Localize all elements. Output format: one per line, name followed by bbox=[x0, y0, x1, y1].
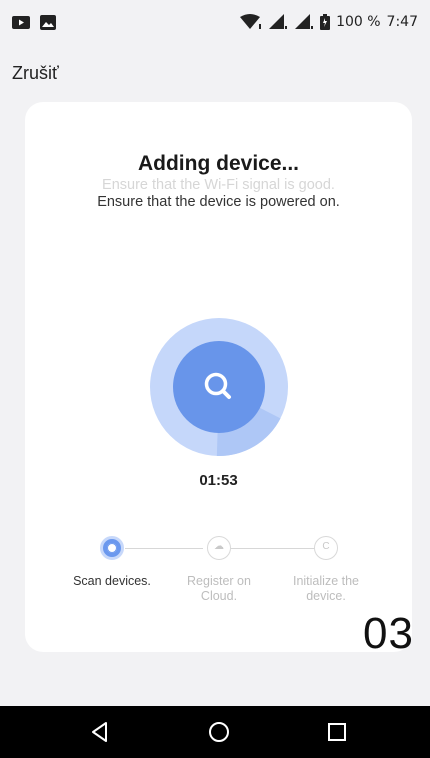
video-icon bbox=[12, 15, 30, 29]
step-scan-label: Scan devices. bbox=[73, 574, 151, 588]
battery-level: 100 % bbox=[336, 14, 381, 30]
scan-progress-ring bbox=[150, 318, 288, 456]
overlay-number: 03 bbox=[363, 609, 414, 658]
signal-2-icon bbox=[295, 14, 314, 29]
image-icon bbox=[40, 14, 56, 30]
step-cloud-indicator: ☁ bbox=[207, 536, 231, 560]
hint-power: Ensure that the device is powered on. bbox=[97, 194, 340, 210]
adding-device-card: Adding device... Ensure that the Wi-Fi s… bbox=[25, 102, 412, 652]
signal-1-icon bbox=[269, 14, 288, 29]
status-notifications bbox=[12, 14, 56, 30]
c-icon: C bbox=[322, 541, 330, 552]
step-connector bbox=[125, 548, 203, 549]
clock: 7:47 bbox=[386, 14, 418, 30]
cancel-button[interactable]: Zrušiť bbox=[12, 63, 59, 84]
status-bar: 100 % 7:47 bbox=[0, 0, 430, 44]
cloud-icon: ☁ bbox=[214, 541, 224, 552]
navigation-bar bbox=[0, 706, 430, 758]
progress-steps: ☁ C Scan devices. Register on Cloud. Ini… bbox=[25, 536, 412, 616]
battery-icon bbox=[320, 14, 331, 30]
search-circle bbox=[173, 341, 265, 433]
step-initialize-label: Initialize the device. bbox=[292, 574, 359, 603]
step-scan-indicator bbox=[100, 536, 124, 560]
back-icon[interactable] bbox=[88, 720, 112, 744]
page-title: Adding device... bbox=[137, 152, 300, 175]
step-connector bbox=[231, 548, 319, 549]
hint-wifi: Ensure that the Wi-Fi signal is good. bbox=[102, 177, 335, 193]
status-indicators: 100 % 7:47 bbox=[240, 14, 418, 30]
wifi-icon bbox=[240, 14, 262, 29]
home-icon[interactable] bbox=[207, 720, 231, 744]
recents-icon[interactable] bbox=[325, 720, 349, 744]
countdown-timer: 01:53 bbox=[199, 472, 238, 489]
step-initialize-indicator: C bbox=[314, 536, 338, 560]
step-cloud-label: Register on Cloud. bbox=[187, 574, 251, 603]
